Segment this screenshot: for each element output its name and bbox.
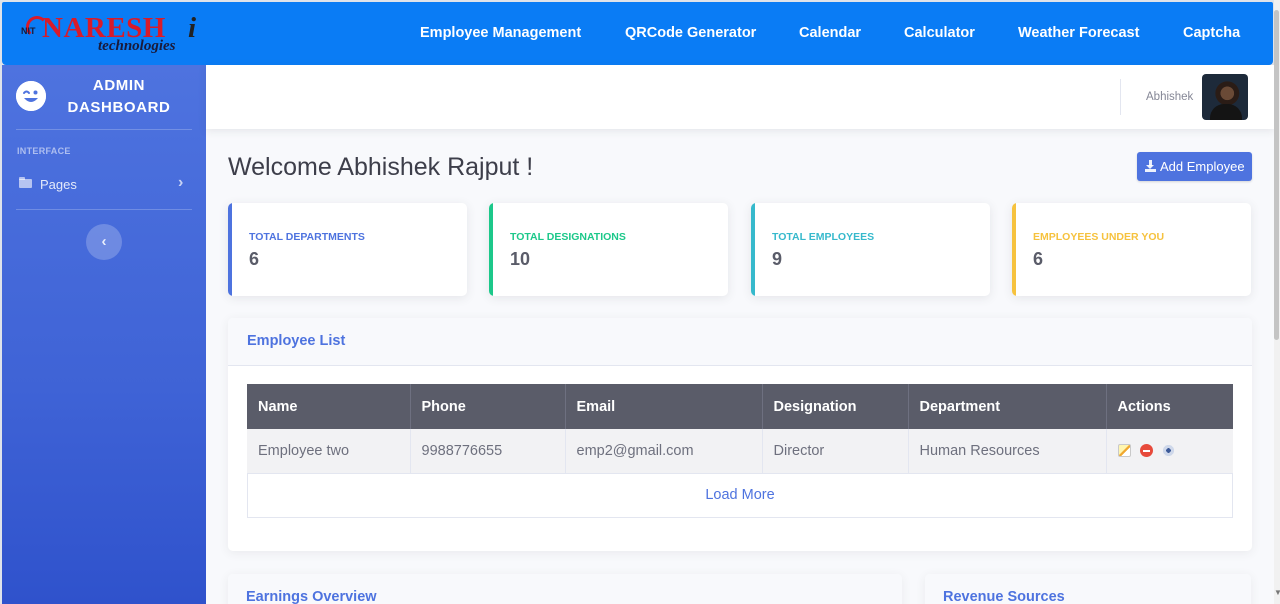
user-avatar[interactable] <box>1202 74 1248 120</box>
sidebar-heading-interface: INTERFACE <box>17 146 71 156</box>
cell-designation: Director <box>762 429 909 474</box>
nav-captcha[interactable]: Captcha <box>1183 25 1240 41</box>
brand-line-admin: ADMIN <box>92 77 146 94</box>
employee-table: Name Phone Email Designation Department … <box>247 384 1233 474</box>
col-designation: Designation <box>762 384 909 429</box>
card-value: 6 <box>1033 249 1044 269</box>
brand-line-dashboard: DASHBOARD <box>67 99 171 116</box>
panel-header: Employee List <box>228 318 1252 366</box>
sidebar-item-pages[interactable]: Pages › <box>2 171 206 197</box>
cell-phone: 9988776655 <box>410 429 566 474</box>
add-employee-label: Add Employee <box>1160 159 1245 174</box>
nav-calendar[interactable]: Calendar <box>799 25 861 41</box>
card-label: Total Departments <box>249 231 365 243</box>
sidebar-divider <box>16 209 192 210</box>
col-department: Department <box>908 384 1107 429</box>
sidebar: ADMIN DASHBOARD INTERFACE Pages › ‹ <box>2 65 206 604</box>
card-value: 9 <box>772 249 783 269</box>
card-accent-bar <box>751 203 755 296</box>
edit-icon[interactable] <box>1117 444 1131 458</box>
card-total-employees: Total Employees 9 <box>751 203 990 296</box>
card-value: 6 <box>249 249 260 269</box>
card-label: Employees Under You <box>1033 231 1165 243</box>
add-employee-button[interactable]: Add Employee <box>1137 152 1252 181</box>
delete-icon[interactable] <box>1139 444 1153 458</box>
chevron-right-icon: › <box>178 174 184 191</box>
sidebar-item-label: Pages <box>40 177 77 192</box>
cell-actions <box>1106 429 1233 474</box>
sidebar-divider <box>16 129 192 130</box>
sidebar-toggle-button[interactable]: ‹ <box>86 224 122 260</box>
page-title: Welcome Abhishek Rajput ! <box>228 153 534 181</box>
panel-title: Earnings Overview <box>246 589 377 604</box>
card-accent-bar <box>1012 203 1016 296</box>
col-email: Email <box>565 384 763 429</box>
card-value: 10 <box>510 249 531 269</box>
main-content: Abhishek Welcome Abhishek Rajput ! Add E… <box>206 65 1274 604</box>
laugh-wink-icon <box>16 81 46 111</box>
employee-list-panel: Employee List Name Phone Email Designati… <box>228 318 1252 551</box>
col-actions: Actions <box>1106 384 1233 429</box>
earnings-overview-panel: Earnings Overview <box>228 574 902 604</box>
card-label: Total Employees <box>772 231 875 243</box>
col-phone: Phone <box>410 384 566 429</box>
topbar: Abhishek <box>206 65 1274 129</box>
card-label: Total Designations <box>510 231 626 243</box>
scrollbar-thumb[interactable] <box>1274 10 1279 340</box>
col-name: Name <box>247 384 411 429</box>
revenue-sources-panel: Revenue Sources <box>925 574 1251 604</box>
sidebar-brand[interactable]: ADMIN DASHBOARD <box>2 65 206 129</box>
load-more-button[interactable]: Load More <box>247 473 1233 518</box>
user-name[interactable]: Abhishek <box>1146 91 1193 103</box>
nav-employee-management[interactable]: Employee Management <box>420 25 581 41</box>
folder-icon <box>19 177 32 188</box>
card-accent-bar <box>489 203 493 296</box>
panel-title: Revenue Sources <box>943 589 1065 604</box>
nav-links: Employee Management QRCode Generator Cal… <box>2 2 1273 65</box>
card-total-departments: Total Departments 6 <box>228 203 467 296</box>
panel-title: Employee List <box>247 333 346 349</box>
download-icon-base <box>1145 169 1156 172</box>
view-icon[interactable] <box>1161 444 1175 458</box>
scroll-down-arrow-icon[interactable]: ▼ <box>1274 588 1280 597</box>
page-scrollbar[interactable]: ▼ <box>1274 0 1280 604</box>
nav-calculator[interactable]: Calculator <box>904 25 975 41</box>
avatar-torso <box>1210 104 1242 120</box>
nav-qrcode-generator[interactable]: QRCode Generator <box>625 25 756 41</box>
cell-email: emp2@gmail.com <box>565 429 763 474</box>
cell-name: Employee two <box>247 429 411 474</box>
sidebar-brand-text: ADMIN DASHBOARD <box>60 75 178 119</box>
card-accent-bar <box>228 203 232 296</box>
cell-department: Human Resources <box>908 429 1107 474</box>
nav-weather-forecast[interactable]: Weather Forecast <box>1018 25 1139 41</box>
top-navbar: NIT NARESH i technologies Employee Manag… <box>2 2 1273 65</box>
topbar-divider <box>1120 79 1121 115</box>
table-row: Employee two 9988776655 emp2@gmail.com D… <box>247 429 1233 474</box>
card-total-designations: Total Designations 10 <box>489 203 728 296</box>
table-header-row: Name Phone Email Designation Department … <box>247 384 1233 429</box>
card-employees-under-you: Employees Under You 6 <box>1012 203 1251 296</box>
